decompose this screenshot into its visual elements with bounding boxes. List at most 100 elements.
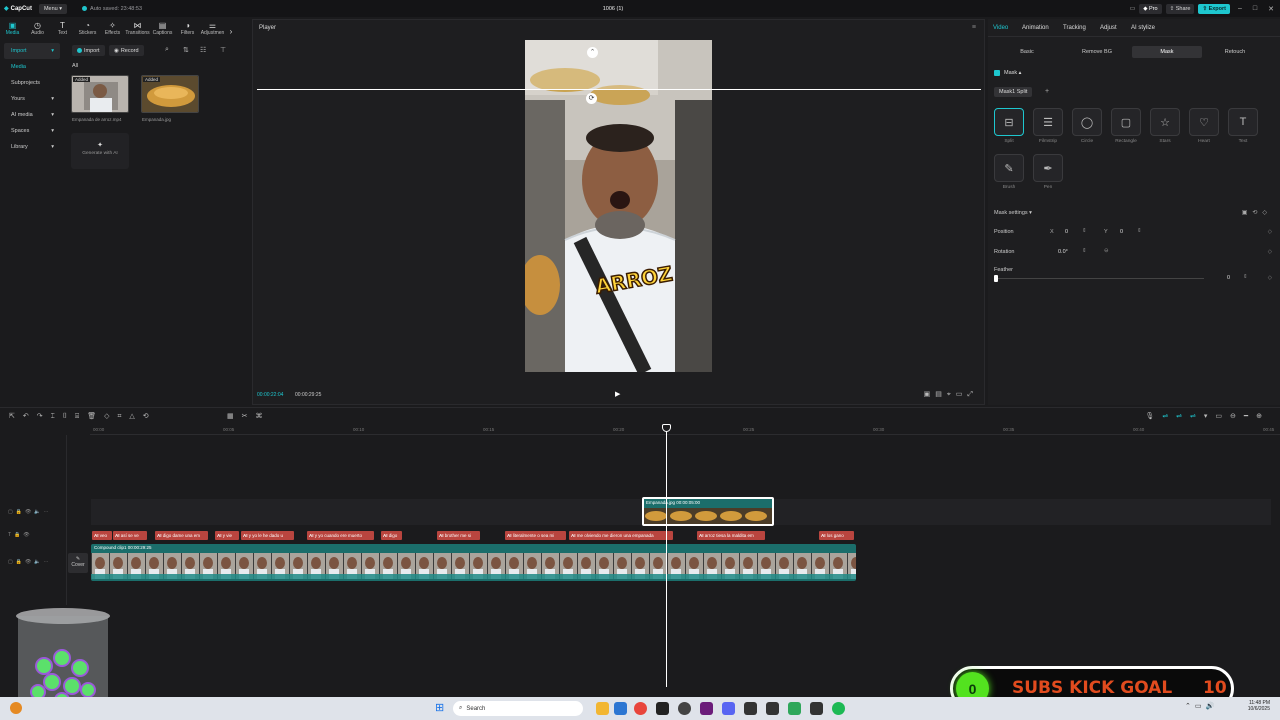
caption-clip[interactable]: AI me olviendo me dieron una empanada — [569, 531, 673, 540]
tool-filters[interactable]: ◑ Filters — [175, 21, 200, 39]
spotify-icon[interactable] — [832, 702, 845, 715]
discord-icon[interactable] — [722, 702, 735, 715]
caption-clip[interactable]: AI y yo le he dado u — [241, 531, 294, 540]
tool-text[interactable]: T Text — [50, 21, 75, 39]
windows-start-icon[interactable]: ⊞ — [435, 701, 444, 714]
tool-transitions[interactable]: ⋈ Transitions — [125, 21, 150, 39]
capcut-taskbar-icon[interactable] — [810, 702, 823, 715]
tool-effects[interactable]: ✧ Effects — [100, 21, 125, 39]
extra-tools[interactable]: ▦✂⌘ — [227, 412, 270, 420]
mask-rectangle[interactable]: ▢ — [1111, 108, 1141, 136]
media-item-image[interactable]: Added — [141, 75, 199, 113]
subtab-retouch[interactable]: Retouch — [1200, 46, 1270, 58]
rotate-handle-icon[interactable]: ⟳ — [586, 93, 597, 104]
share-button[interactable]: ⇪ Share — [1165, 3, 1195, 14]
close-icon[interactable]: ✕ — [1268, 5, 1274, 13]
app-icon[interactable] — [656, 702, 669, 715]
app-icon[interactable] — [766, 702, 779, 715]
player-menu-icon[interactable]: ≡ — [972, 24, 976, 31]
tab-animation[interactable]: Animation — [1022, 25, 1049, 31]
tab-video[interactable]: Video — [993, 25, 1008, 31]
pos-x-input[interactable]: 0 — [1065, 229, 1068, 235]
tool-adjustment[interactable]: ⚌ Adjustmen — [200, 21, 225, 39]
search-icon[interactable]: ⌕ — [165, 46, 169, 54]
subtab-mask[interactable]: Mask — [1132, 46, 1202, 58]
mask-stars[interactable]: ☆ — [1150, 108, 1180, 136]
weather-icon[interactable] — [10, 702, 22, 714]
app-icon[interactable] — [788, 702, 801, 715]
sidebar-item-import[interactable]: Import ▾ — [4, 43, 60, 59]
app-icon[interactable] — [678, 702, 691, 715]
overlay-track-controls[interactable]: ▢🔒👁🔈⋯ — [8, 509, 52, 515]
maximize-icon[interactable]: □ — [1253, 5, 1257, 13]
sidebar-item-media[interactable]: Media — [0, 59, 64, 75]
tool-stickers[interactable]: ◔ Stickers — [75, 21, 100, 39]
rotation-dial-icon[interactable]: ⊖ — [1104, 248, 1109, 254]
mask-brush[interactable]: ✎ — [994, 154, 1024, 182]
timeline-view-tools[interactable]: 🎙⇌⇌⇌▾▭⊖━⊕ — [1145, 412, 1270, 420]
export-button[interactable]: ⇧ Export — [1198, 3, 1230, 14]
caption-clip[interactable]: AI digo dame una em — [155, 531, 208, 540]
feather-slider-handle[interactable] — [994, 275, 998, 282]
media-item-video[interactable]: Added — [71, 75, 129, 113]
caption-clip[interactable]: AI y yo cuando ere muerto — [307, 531, 374, 540]
caption-clip[interactable]: AI así se ve — [113, 531, 147, 540]
keyframe-icon[interactable]: ◇ — [1268, 229, 1272, 235]
caption-track-controls[interactable]: T🔒👁 — [8, 532, 33, 538]
feather-slider[interactable] — [994, 278, 1204, 279]
tool-captions[interactable]: ▤ Captions — [150, 21, 175, 39]
more-tools-icon[interactable]: › — [225, 27, 237, 39]
tab-adjust[interactable]: Adjust — [1100, 25, 1117, 31]
sidebar-item-ai-media[interactable]: AI media ▾ — [0, 107, 64, 123]
mask-handle-icon[interactable]: ⌃ — [587, 47, 598, 58]
stepper-icon[interactable]: ⇕ — [1137, 228, 1142, 234]
caption-clip[interactable]: AI y vie — [215, 531, 239, 540]
tray-icons[interactable]: ⌃▭🔊 — [1185, 702, 1218, 710]
timeline[interactable]: 00:00 00:05 00:10 00:15 00:20 00:25 00:3… — [0, 424, 1280, 695]
import-button[interactable]: Import — [72, 45, 105, 56]
player-controls[interactable]: ▣▤⌖▭⤢ — [924, 390, 978, 399]
caption-clip[interactable]: AI arroz tiesa la maldita em — [697, 531, 765, 540]
clock[interactable]: 11:48 PM 10/6/2025 — [1240, 700, 1270, 712]
sidebar-item-subprojects[interactable]: Subprojects — [0, 75, 64, 91]
caption-clip[interactable]: AI los gano — [819, 531, 854, 540]
playhead[interactable] — [666, 425, 667, 687]
main-track-controls[interactable]: ▢🔒👁🔈⋯ — [8, 559, 52, 565]
caption-clip[interactable]: AI veo — [92, 531, 112, 540]
caption-clip[interactable]: AI literalmente o sea mi — [505, 531, 566, 540]
mask-name-chip[interactable]: Mask1 Split — [994, 87, 1033, 97]
caption-clip[interactable]: AI digo — [381, 531, 402, 540]
play-icon[interactable]: ▶ — [615, 390, 620, 398]
stepper-icon[interactable]: ⇕ — [1243, 274, 1248, 280]
subtab-remove-bg[interactable]: Remove BG — [1062, 46, 1132, 58]
edit-tools[interactable]: ⇱↶↷⌶⌷⌸🗑◇⌗△⟲ — [9, 412, 157, 421]
stepper-icon[interactable]: ⇕ — [1082, 248, 1087, 254]
pro-button[interactable]: ◆ Pro — [1139, 3, 1162, 14]
ruler[interactable]: 00:00 00:05 00:10 00:15 00:20 00:25 00:3… — [90, 425, 1280, 434]
view-icon[interactable]: ☷ — [200, 46, 206, 54]
sort-icon[interactable]: ⇅ — [183, 46, 189, 54]
sidebar-item-yours[interactable]: Yours ▾ — [0, 91, 64, 107]
keyframe-icon[interactable]: ◇ — [1268, 249, 1272, 255]
minimize-icon[interactable]: – — [1238, 5, 1242, 13]
overlay-clip[interactable]: Empanada.jpg 00:00:05:00 — [642, 497, 774, 526]
add-mask-icon[interactable]: + — [1045, 88, 1049, 95]
app-icon[interactable] — [700, 702, 713, 715]
mask-filmstrip[interactable]: ☰ — [1033, 108, 1063, 136]
rotation-input[interactable]: 0.0° — [1058, 249, 1068, 255]
app-icon[interactable] — [614, 702, 627, 715]
explorer-icon[interactable] — [596, 702, 609, 715]
pos-y-input[interactable]: 0 — [1120, 229, 1123, 235]
mask-pen[interactable]: ✒ — [1033, 154, 1063, 182]
sidebar-item-spaces[interactable]: Spaces ▾ — [0, 123, 64, 139]
mask-checkbox[interactable] — [994, 70, 1000, 76]
filter-all-label[interactable]: All — [72, 63, 78, 69]
subtab-basic[interactable]: Basic — [992, 46, 1062, 58]
tool-media[interactable]: ▣ Media — [0, 21, 25, 39]
mask-split-line[interactable] — [257, 89, 981, 90]
tool-audio[interactable]: ◷ Audio — [25, 21, 50, 39]
mask-text[interactable]: T — [1228, 108, 1258, 136]
filter-icon[interactable]: ⊤ — [220, 46, 226, 54]
sidebar-item-library[interactable]: Library ▾ — [0, 139, 64, 155]
tab-ai-stylize[interactable]: AI stylize — [1131, 25, 1155, 31]
